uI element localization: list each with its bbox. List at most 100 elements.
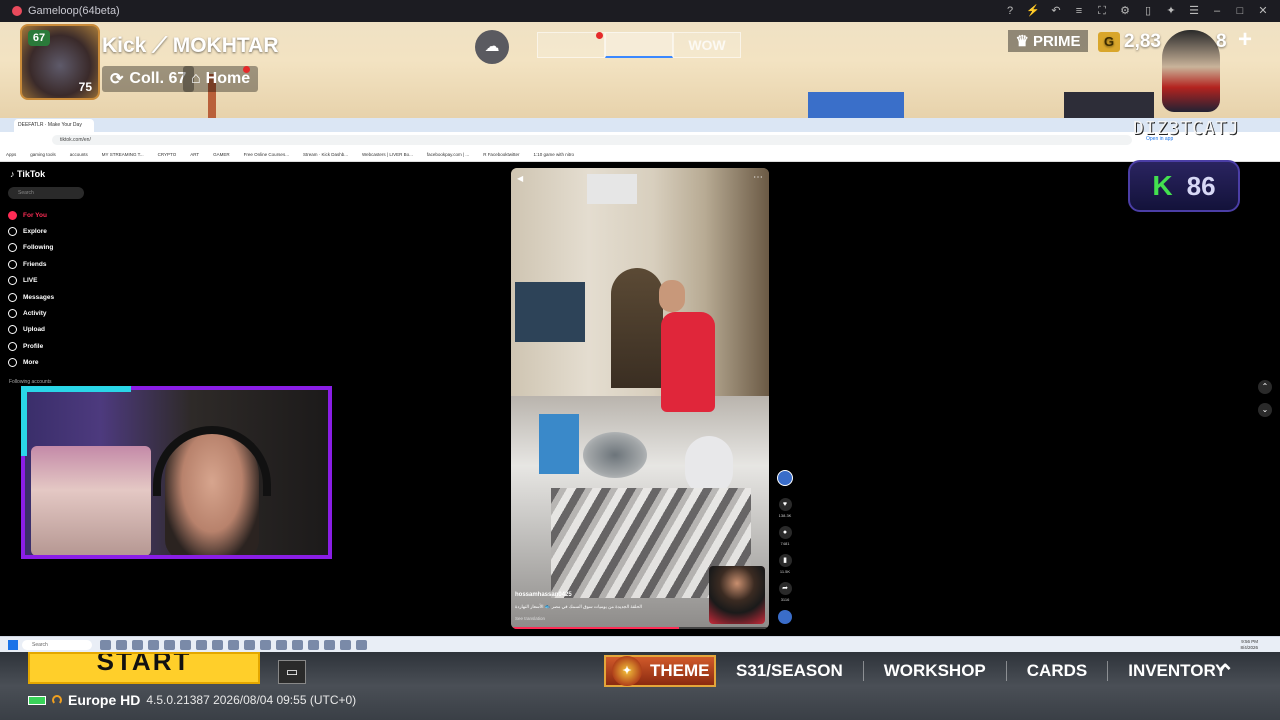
- taskbar-clock[interactable]: 9:56 PM 8/4/2026: [1240, 639, 1258, 651]
- url-field[interactable]: tiktok.com/en/: [52, 135, 1132, 145]
- undo-icon[interactable]: ↶: [1049, 4, 1063, 18]
- nav-label: LIVE: [23, 277, 38, 285]
- nav-upload[interactable]: Upload: [8, 322, 54, 338]
- taskbar-app-icon[interactable]: [228, 640, 239, 650]
- taskbar-app-icon[interactable]: [340, 640, 351, 650]
- close-icon[interactable]: ✕: [1256, 4, 1270, 18]
- theme-button[interactable]: ✦ THEME: [604, 655, 716, 687]
- bookmark-item[interactable]: Apps: [6, 152, 16, 157]
- friends-icon: [8, 259, 17, 269]
- taskbar-app-icon[interactable]: [180, 640, 191, 650]
- bookmark-item[interactable]: 1:10 game with nitro: [533, 152, 574, 157]
- mode-tab-2[interactable]: [605, 32, 673, 58]
- currency-display[interactable]: G 2,83: [1098, 30, 1161, 54]
- bookmark-item[interactable]: Stream · Kick Dashb...: [303, 152, 348, 157]
- boost-icon[interactable]: ⚡: [1026, 4, 1040, 18]
- taskbar-app-icon[interactable]: [116, 640, 127, 650]
- video-author[interactable]: hossamhassan0425: [515, 592, 572, 598]
- taskbar-app-icon[interactable]: [244, 640, 255, 650]
- taskbar-app-icon[interactable]: [164, 640, 175, 650]
- cards-button[interactable]: CARDS: [1005, 661, 1107, 681]
- like-action[interactable]: ♥ 138.3K: [776, 498, 794, 518]
- taskbar-app-icon[interactable]: [148, 640, 159, 650]
- bookmark-item[interactable]: Webcasters | LIVER Bo...: [362, 152, 413, 157]
- bookmark-item[interactable]: R Facebooktwitter: [483, 152, 519, 157]
- mute-icon[interactable]: ◀: [517, 174, 523, 183]
- help-icon[interactable]: ?: [1003, 4, 1017, 18]
- collection-button[interactable]: ⟳ Coll. 67: [102, 66, 195, 92]
- prime-button[interactable]: ♛ PRIME: [1008, 30, 1088, 52]
- season-button[interactable]: S31/SEASON: [716, 661, 863, 681]
- add-currency-button[interactable]: +: [1234, 28, 1256, 52]
- see-translation-link[interactable]: See translation: [515, 616, 545, 621]
- more-options-icon[interactable]: ⋯: [753, 172, 763, 183]
- taskbar-app-icon[interactable]: [308, 640, 319, 650]
- nav-messages[interactable]: Messages: [8, 289, 54, 305]
- taskbar-app-icon[interactable]: [212, 640, 223, 650]
- taskbar-app-icon[interactable]: [100, 640, 111, 650]
- nav-label: Messages: [23, 293, 55, 301]
- nav-friends[interactable]: Friends: [8, 256, 54, 272]
- prime-label: PRIME: [1032, 32, 1081, 50]
- taskbar-app-icon[interactable]: [356, 640, 367, 650]
- home-icon: ⌂: [191, 70, 201, 87]
- bookmark-item[interactable]: Free Online Courses...: [244, 152, 289, 157]
- nav-profile[interactable]: Profile: [8, 338, 54, 354]
- taskbar-app-icon[interactable]: [196, 640, 207, 650]
- windows-start-icon[interactable]: [8, 640, 18, 650]
- taskbar-app-icon[interactable]: [292, 640, 303, 650]
- video-frame-vendor: [661, 312, 715, 412]
- browser-tab[interactable]: DEEFATLR · Make Your Day: [14, 119, 94, 132]
- bookmark-item[interactable]: MY STREAMING T...: [102, 152, 144, 157]
- bookmark-item[interactable]: facebookpay.com | ...: [427, 152, 469, 157]
- nav-explore[interactable]: Explore: [8, 223, 54, 239]
- home-notification-dot: [243, 66, 250, 73]
- tiktok-logo[interactable]: ♪ TikTok: [10, 169, 45, 179]
- share-action[interactable]: ➦ 3116: [776, 582, 794, 602]
- settings-icon[interactable]: ⚙: [1118, 4, 1132, 18]
- nav-following[interactable]: Following: [8, 240, 54, 256]
- start-button[interactable]: START: [28, 652, 260, 684]
- bookmark-item[interactable]: accounts: [70, 152, 88, 157]
- nav-for-you[interactable]: For You: [8, 207, 54, 223]
- following-accounts-title: Following accounts: [9, 379, 52, 385]
- expand-menu-icon[interactable]: ⌃: [1216, 660, 1234, 686]
- folder-icon[interactable]: ▭: [278, 660, 306, 684]
- pin-icon[interactable]: ✦: [1164, 4, 1178, 18]
- taskbar-app-icon[interactable]: [260, 640, 271, 650]
- live-icon: [8, 276, 17, 286]
- nav-live[interactable]: LIVE: [8, 273, 54, 289]
- taskbar-app-icon[interactable]: [132, 640, 143, 650]
- bookmark-item[interactable]: ART: [190, 152, 199, 157]
- mode-tab-wow[interactable]: WOW: [673, 32, 741, 58]
- taskbar-app-icon[interactable]: [276, 640, 287, 650]
- player-avatar[interactable]: 67 75: [20, 24, 100, 100]
- fullscreen-icon[interactable]: ⛶: [1095, 4, 1109, 18]
- taskbar-app-icon[interactable]: [324, 640, 335, 650]
- minimize-icon[interactable]: –: [1210, 4, 1224, 18]
- list-icon[interactable]: ≡: [1072, 4, 1086, 18]
- music-disc-icon[interactable]: [778, 610, 792, 624]
- bookmark-action[interactable]: ▮ 11.5K: [776, 554, 794, 574]
- taskbar-search[interactable]: Search: [22, 640, 92, 650]
- cloud-upload-button[interactable]: ☁: [475, 30, 509, 64]
- video-frame-bowl: [583, 432, 647, 478]
- maximize-icon[interactable]: □: [1233, 4, 1247, 18]
- video-progress-bar[interactable]: [511, 627, 769, 629]
- workshop-button[interactable]: WORKSHOP: [862, 661, 1006, 681]
- nav-more[interactable]: More: [8, 355, 54, 371]
- sidebar-icon[interactable]: ▯: [1141, 4, 1155, 18]
- server-name[interactable]: Europe HD: [68, 692, 140, 708]
- comment-action[interactable]: ● 7481: [776, 526, 794, 546]
- previous-video-button[interactable]: ⌃: [1258, 380, 1272, 394]
- mode-tab-1[interactable]: [537, 32, 605, 58]
- bookmark-item[interactable]: GAMER: [213, 152, 230, 157]
- tiktok-search-input[interactable]: Search: [8, 187, 84, 199]
- nav-activity[interactable]: Activity: [8, 305, 54, 321]
- menu-icon[interactable]: ☰: [1187, 4, 1201, 18]
- video-player[interactable]: ◀ ⋯ hossamhassan0425 الحلقة الجديدة من ي…: [511, 168, 769, 629]
- next-video-button[interactable]: ⌄: [1258, 403, 1272, 417]
- bookmark-item[interactable]: CRYPTO: [158, 152, 177, 157]
- author-avatar[interactable]: [777, 470, 793, 486]
- bookmark-item[interactable]: gaming tools: [30, 152, 56, 157]
